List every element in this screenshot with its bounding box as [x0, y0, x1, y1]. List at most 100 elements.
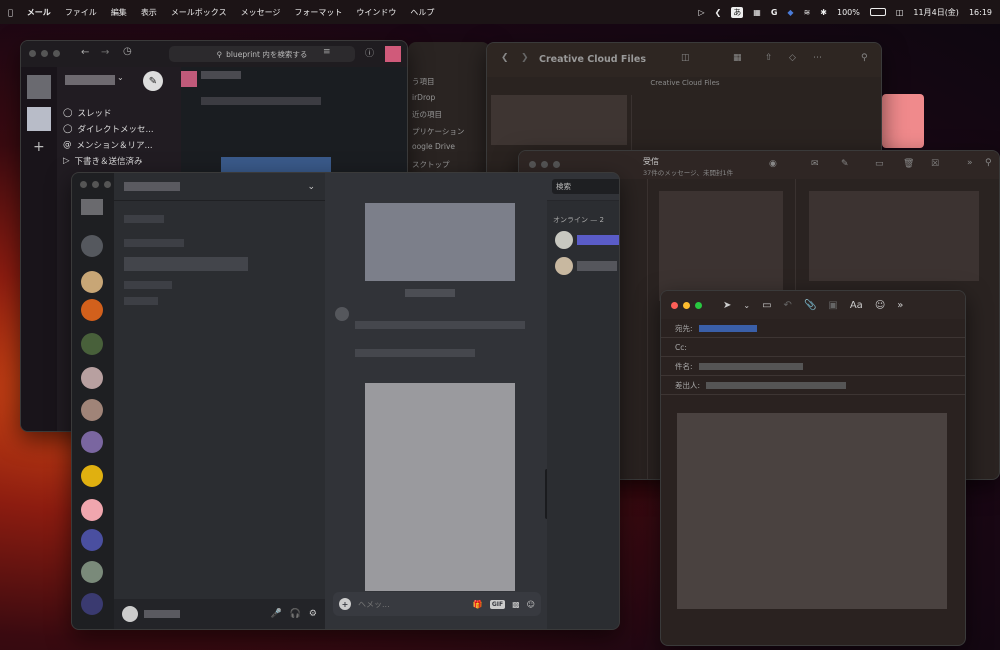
- gif-button[interactable]: GIF: [489, 599, 506, 609]
- minimize-button[interactable]: [683, 302, 690, 309]
- menu-format[interactable]: フォーマット: [294, 7, 342, 18]
- bluetooth-icon[interactable]: ✱: [820, 8, 827, 17]
- forward-arrow-icon[interactable]: →: [101, 47, 109, 58]
- send-icon[interactable]: ➤: [723, 300, 731, 311]
- gift-icon[interactable]: 🎁: [473, 600, 483, 609]
- status-icon[interactable]: ◆: [787, 8, 793, 17]
- photo-browser-icon[interactable]: ▣: [828, 300, 837, 311]
- back-icon[interactable]: ❮: [501, 53, 509, 63]
- channel-item-selected[interactable]: [124, 257, 248, 271]
- mute-mic-icon[interactable]: 🎤: [270, 609, 281, 619]
- new-message-icon[interactable]: ✎: [143, 71, 163, 91]
- server-icon[interactable]: [81, 465, 103, 487]
- menu-window[interactable]: ウインドウ: [356, 7, 396, 18]
- sticker-icon[interactable]: ▩: [512, 600, 520, 609]
- menu-message[interactable]: メッセージ: [241, 7, 281, 18]
- workspace-name[interactable]: [65, 75, 115, 85]
- server-icon[interactable]: [81, 561, 103, 583]
- compose-icon[interactable]: ✎: [841, 159, 849, 169]
- forward-icon[interactable]: ❯: [521, 53, 529, 63]
- envelope-icon[interactable]: ✉: [811, 159, 819, 169]
- subject-field[interactable]: 件名:: [661, 357, 965, 376]
- server-icon[interactable]: [81, 529, 103, 551]
- reply-icon[interactable]: ↶: [784, 300, 792, 311]
- chevron-down-icon[interactable]: ⌄: [743, 301, 750, 310]
- to-field[interactable]: 宛先:: [661, 319, 965, 338]
- menu-app-name[interactable]: メール: [27, 7, 51, 18]
- group-icon[interactable]: ▦: [733, 53, 742, 63]
- tag-icon[interactable]: ◇: [789, 53, 796, 63]
- avatar[interactable]: [181, 71, 197, 87]
- more-chevron-icon[interactable]: »: [897, 300, 903, 311]
- format-button[interactable]: Aa: [850, 300, 863, 311]
- battery-icon[interactable]: [869, 8, 886, 16]
- chevron-left-icon[interactable]: ❮: [715, 8, 722, 17]
- grid-icon[interactable]: ▦: [753, 8, 761, 17]
- sidebar-item-google-drive[interactable]: oogle Drive: [408, 142, 490, 159]
- archive-icon[interactable]: ▭: [875, 159, 884, 169]
- message-list-item[interactable]: [659, 191, 783, 301]
- input-mode-icon[interactable]: あ: [731, 6, 744, 18]
- filter-icon[interactable]: ◉: [769, 159, 777, 169]
- sidebar-item-dms[interactable]: ◯ ダイレクトメッセ...: [57, 121, 181, 137]
- channel-item[interactable]: [124, 239, 184, 247]
- more-icon[interactable]: ⋯: [813, 53, 822, 63]
- sidebar-item[interactable]: う項目: [408, 76, 490, 93]
- emoji-icon[interactable]: ☺: [875, 300, 885, 311]
- share-icon[interactable]: ⇧: [765, 53, 773, 63]
- message-body[interactable]: [671, 403, 957, 639]
- search-input[interactable]: 検索 ⚲: [552, 179, 619, 194]
- sidebar-item-recents[interactable]: 近の項目: [408, 109, 490, 126]
- trash-icon[interactable]: 🗑: [903, 159, 914, 169]
- attachment-icon[interactable]: 📎: [804, 300, 816, 311]
- menu-view[interactable]: 表示: [141, 7, 157, 18]
- search-icon[interactable]: ⚲: [861, 53, 868, 63]
- avatar[interactable]: [122, 606, 138, 622]
- channel-item[interactable]: [124, 215, 164, 223]
- channel-item[interactable]: [124, 297, 158, 305]
- avatar[interactable]: [335, 307, 349, 321]
- add-workspace-icon[interactable]: +: [33, 139, 45, 155]
- sidebar-item-drafts[interactable]: ▷ 下書き＆送信済み: [57, 153, 181, 169]
- server-icon[interactable]: [81, 593, 103, 615]
- menu-edit[interactable]: 編集: [111, 7, 127, 18]
- server-icon[interactable]: [81, 399, 103, 421]
- server-icon[interactable]: [81, 499, 103, 521]
- recipient-token[interactable]: [698, 324, 757, 332]
- more-chevron-icon[interactable]: »: [967, 158, 973, 168]
- avatar[interactable]: [555, 257, 573, 275]
- server-icon[interactable]: [81, 271, 103, 293]
- junk-icon[interactable]: ☒: [931, 159, 939, 169]
- finder-file-item[interactable]: [491, 95, 627, 145]
- menu-mailbox[interactable]: メールボックス: [171, 7, 227, 18]
- zoom-button[interactable]: [695, 302, 702, 309]
- attached-image[interactable]: [365, 203, 515, 281]
- server-icon[interactable]: [81, 431, 103, 453]
- help-icon[interactable]: ⓘ: [365, 46, 374, 59]
- history-icon[interactable]: ◷: [123, 46, 132, 57]
- sidebar-item-mentions[interactable]: @ メンション＆リア...: [57, 137, 181, 153]
- server-icon[interactable]: [81, 333, 103, 355]
- filter-icon[interactable]: ≡: [323, 47, 331, 57]
- chevron-down-icon[interactable]: ⌄: [117, 73, 124, 82]
- google-icon[interactable]: G: [771, 8, 778, 17]
- emoji-icon[interactable]: ☺: [527, 600, 535, 609]
- sidebar-item-threads[interactable]: ◯ スレッド: [57, 105, 181, 121]
- server-icon[interactable]: [81, 299, 103, 321]
- headphones-icon[interactable]: 🎧: [290, 609, 301, 619]
- control-center-icon[interactable]: ◫: [896, 8, 904, 17]
- server-icon[interactable]: [81, 367, 103, 389]
- sidebar-item-applications[interactable]: プリケーション: [408, 126, 490, 143]
- sidebar-item-airdrop[interactable]: irDrop: [408, 93, 490, 110]
- menu-help[interactable]: ヘルプ: [410, 7, 434, 18]
- message-composer[interactable]: + ヘメッ... 🎁 GIF ▩ ☺: [333, 592, 541, 616]
- from-field[interactable]: 差出人:: [661, 376, 965, 395]
- attached-image[interactable]: [365, 383, 515, 591]
- workspace-icon[interactable]: [27, 75, 51, 99]
- apple-icon[interactable]: : [8, 8, 13, 17]
- settings-icon[interactable]: ⚙: [309, 609, 317, 619]
- view-columns-icon[interactable]: ◫: [681, 53, 690, 63]
- server-icon[interactable]: [81, 235, 103, 257]
- menu-date[interactable]: 11月4日(金): [913, 7, 959, 18]
- add-attachment-icon[interactable]: +: [339, 598, 351, 610]
